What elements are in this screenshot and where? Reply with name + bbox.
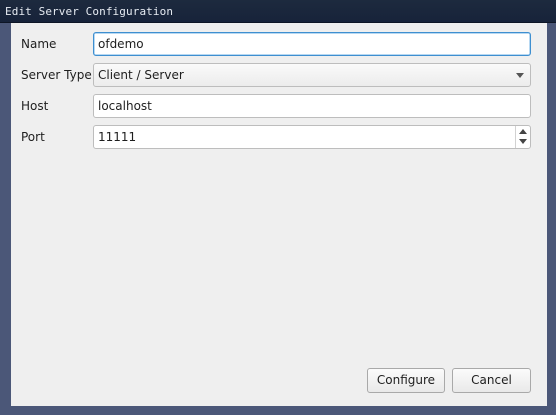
dialog-body: Name ofdemo Server Type Client / Server … xyxy=(11,23,547,406)
server-type-select[interactable]: Client / Server xyxy=(93,63,531,87)
port-label: Port xyxy=(21,130,45,144)
name-value: ofdemo xyxy=(98,37,144,51)
server-type-label: Server Type xyxy=(21,68,92,82)
window-frame-bottom xyxy=(0,406,556,415)
chevron-down-icon[interactable] xyxy=(516,73,524,78)
cancel-button[interactable]: Cancel xyxy=(452,368,531,393)
spin-down-icon xyxy=(519,139,527,144)
port-spinbox[interactable]: 11111 xyxy=(93,125,531,149)
server-type-value: Client / Server xyxy=(98,68,184,82)
window-frame-left xyxy=(0,23,11,415)
configure-button[interactable]: Configure xyxy=(367,368,445,393)
name-label: Name xyxy=(21,37,57,51)
port-spin-buttons xyxy=(515,126,530,148)
port-decrement-button[interactable] xyxy=(516,137,530,148)
name-field[interactable]: ofdemo xyxy=(93,32,531,56)
host-value: localhost xyxy=(98,99,152,113)
window-title: Edit Server Configuration xyxy=(5,5,174,18)
spin-up-icon xyxy=(519,129,527,134)
port-value: 11111 xyxy=(98,130,137,144)
port-increment-button[interactable] xyxy=(516,126,530,137)
host-field[interactable]: localhost xyxy=(93,94,531,118)
window-frame-right xyxy=(547,23,556,415)
host-label: Host xyxy=(21,99,49,113)
title-bar[interactable]: Edit Server Configuration xyxy=(0,0,556,23)
